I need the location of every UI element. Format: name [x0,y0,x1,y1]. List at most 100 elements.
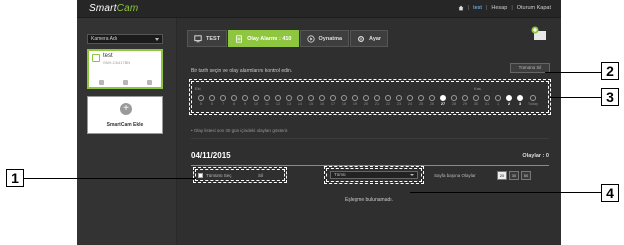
home-icon[interactable] [458,5,464,11]
instruction-text: Bir tarih seçin ve olay alarmlarını kont… [191,68,293,74]
day-dot [484,95,490,101]
add-smartcam-button[interactable]: + SmartCam Ekle [87,96,163,134]
tab-camera[interactable]: TEST [187,30,228,47]
day-label: 16 [319,102,325,106]
day-21[interactable]: 21 [373,95,381,106]
key-icon[interactable] [146,79,152,85]
per-page-option[interactable]: 50 [521,171,531,180]
day-28[interactable]: 28 [450,95,458,106]
day-9[interactable]: 9 [241,95,249,106]
select-all-label[interactable]: Tümünü Seç [206,173,232,178]
day-24[interactable]: 24 [406,95,414,106]
day-dot [385,95,391,101]
day-31[interactable]: 31 [483,95,491,106]
day-label: 27 [440,102,446,106]
day-11[interactable]: 11 [263,95,271,106]
day-label: 21 [374,102,380,106]
day-dot [286,95,292,101]
day-22[interactable]: 22 [384,95,392,106]
day-27[interactable]: 27 [439,95,447,106]
day-29[interactable]: 29 [461,95,469,106]
day-dot [297,95,303,101]
day-label: 11 [265,102,269,106]
day-dot [440,95,446,101]
day-3[interactable]: 3 [516,95,524,106]
logout-link[interactable]: Oturum Kapat [517,5,551,11]
all-button[interactable]: Tümünü Sil [510,63,550,73]
day-2[interactable]: 2 [505,95,513,106]
tab-event-alarm[interactable]: Olay Alarmı : 410 [228,30,299,47]
day-label: 29 [462,102,468,106]
day-15[interactable]: 15 [307,95,315,106]
day-25[interactable]: 25 [417,95,425,106]
trash-icon[interactable] [122,79,128,85]
app-window: SmartCam | test | Hesap | Oturum Kapat K… [77,0,561,245]
day-label: 24 [407,102,413,106]
top-bar: SmartCam | test | Hesap | Oturum Kapat [77,0,561,18]
day-label: 2 [507,102,511,106]
day-20[interactable]: 20 [362,95,370,106]
callout-line [410,192,601,193]
day-label: 8 [232,102,236,106]
day-1[interactable]: 1 [494,95,502,106]
day-label: 26 [429,102,435,106]
day-dot [495,95,501,101]
account-link[interactable]: Hesap [491,5,507,11]
per-page-option[interactable]: 20 [497,171,507,180]
camera-card[interactable]: test SNH-C6417BN [87,49,163,89]
day-7[interactable]: 7 [219,95,227,106]
day-16[interactable]: 16 [318,95,326,106]
day-dot [396,95,402,101]
day-dot [352,95,358,101]
user-link[interactable]: test [473,5,482,11]
day-label: 18 [341,102,347,106]
per-page-option[interactable]: 30 [509,171,519,180]
day-13[interactable]: 13 [285,95,293,106]
camera-select[interactable]: Kamera Adı [87,34,163,44]
delete-button[interactable]: Sil [258,173,263,178]
day-23[interactable]: 23 [395,95,403,106]
day-dot [198,95,204,101]
note-text: • Olay listesi son 30 gün içindeki olayl… [191,128,289,133]
main-panel: TEST Olay Alarmı : 410 Oynatma Ayar Bir … [177,18,561,245]
callout-2: 2 [601,62,619,80]
tab-settings[interactable]: Ayar [350,30,389,47]
day-26[interactable]: 26 [428,95,436,106]
day-14[interactable]: 14 [296,95,304,106]
day-Today[interactable]: Today [527,95,539,106]
day-5[interactable]: 5 [197,95,205,106]
day-dot [517,95,523,101]
day-30[interactable]: 30 [472,95,480,106]
day-label: 28 [451,102,457,106]
day-12[interactable]: 12 [274,95,282,106]
day-dot [264,95,270,101]
select-all-checkbox[interactable] [198,173,203,178]
move-icon[interactable] [98,79,104,85]
day-label: 22 [385,102,391,106]
day-19[interactable]: 19 [351,95,359,106]
day-label: 30 [473,102,479,106]
day-dot [341,95,347,101]
plus-icon: + [120,103,132,115]
callout-1: 1 [6,169,24,187]
callout-3: 3 [601,88,619,106]
day-17[interactable]: 17 [329,95,337,106]
day-dot [319,95,325,101]
callout-line [545,72,601,73]
day-label: 23 [396,102,402,106]
day-10[interactable]: 10 [252,95,260,106]
day-dot [330,95,336,101]
smartcam-logo: SmartCam [89,3,139,14]
day-18[interactable]: 18 [340,95,348,106]
tab-playback[interactable]: Oynatma [299,30,350,47]
day-dot [530,95,536,101]
day-dot [231,95,237,101]
add-device-icon[interactable] [531,26,547,42]
event-filter-select[interactable]: Tümü [330,171,418,179]
top-links: | test | Hesap | Oturum Kapat [458,5,551,11]
day-8[interactable]: 8 [230,95,238,106]
day-label: 19 [352,102,358,106]
per-page-label: Sayfa başına Olaylar [434,173,476,178]
day-6[interactable]: 6 [208,95,216,106]
month-labels: Eki Kas [191,86,546,92]
